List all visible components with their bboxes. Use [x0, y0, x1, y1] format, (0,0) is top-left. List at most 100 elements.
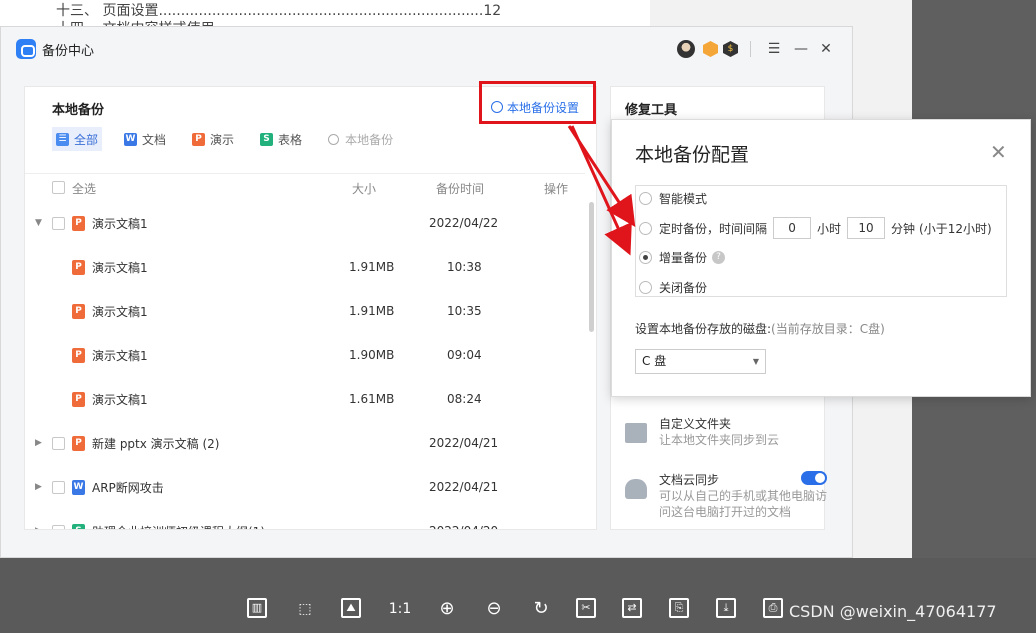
ppt-file-icon: P — [72, 348, 85, 363]
table-row[interactable]: ▶ P 新建 pptx 演示文稿 (2) 2022/04/21 — [25, 422, 585, 466]
ppt-file-icon: P — [72, 260, 85, 275]
file-name: 演示文稿1 — [92, 393, 148, 407]
sheet-file-icon: S — [72, 524, 85, 529]
actual-size-icon[interactable]: 1:1 — [388, 598, 412, 620]
backup-time: 10:38 — [447, 260, 482, 274]
local-backup-panel: 本地备份 本地备份设置 ☰ 全部 W 文档 P 演示 S 表格 本地备份 全选 大小 备份时间 … — [24, 86, 597, 530]
save-icon[interactable]: ⤓ — [716, 598, 736, 618]
backup-time: 2022/04/21 — [429, 480, 499, 494]
title-bar: 备份中心 $ ☰ — ✕ — [1, 27, 852, 71]
cloud-sync-toggle[interactable] — [801, 471, 827, 485]
viewer-toolbar: ▥ ⬚ ⛰ 1:1 ⊕ ⊖ ↻ ✂ ⇄ ⎘ ⤓ ⎙ CSDN @weixin_4… — [0, 558, 1036, 633]
crop-icon[interactable]: ✂ — [576, 598, 596, 618]
annotation-highlight-box — [479, 81, 596, 124]
caret-right-icon[interactable]: ▶ — [35, 482, 42, 492]
doc-file-icon: W — [72, 480, 85, 495]
rotate-icon[interactable]: ↻ — [529, 598, 553, 620]
disk-select[interactable]: C 盘 ▼ — [635, 349, 766, 374]
zoom-in-icon[interactable]: ⊕ — [435, 598, 459, 620]
tab-all[interactable]: ☰ 全部 — [52, 127, 103, 151]
image-transfer-icon[interactable]: ⇄ — [622, 598, 642, 618]
folder-icon — [625, 423, 647, 443]
scheduled-backup-radio[interactable] — [639, 221, 652, 235]
image-share-icon[interactable]: ⎘ — [669, 598, 689, 618]
row-name: P 演示文稿1 — [72, 347, 148, 364]
member-badge-icon[interactable] — [703, 41, 718, 57]
table-row[interactable]: P 演示文稿1 1.91MB 10:35 — [25, 290, 585, 334]
smart-mode-radio[interactable] — [639, 192, 652, 205]
tab-label: 演示 — [210, 132, 235, 147]
row-checkbox[interactable] — [52, 481, 65, 494]
close-button[interactable]: ✕ — [816, 39, 836, 59]
tab-doc[interactable]: W 文档 — [120, 127, 170, 151]
option-smart-mode[interactable]: 智能模式 — [639, 190, 707, 207]
ppt-file-icon: P — [72, 304, 85, 319]
doc-icon: W — [124, 132, 138, 146]
list-scrollbar[interactable] — [589, 202, 594, 332]
zoom-out-icon[interactable]: ⊖ — [482, 598, 506, 620]
caret-right-icon[interactable]: ▶ — [35, 438, 42, 448]
dialog-close-button[interactable]: ✕ — [990, 140, 1007, 164]
option-disable-backup[interactable]: 关闭备份 — [639, 279, 707, 296]
option-scheduled-backup[interactable]: 定时备份，时间间隔 0 小时 10 分钟 (小于12小时) — [639, 217, 992, 239]
scheduled-backup-label: 定时备份，时间间隔 — [659, 221, 768, 236]
menu-button[interactable]: ☰ — [764, 39, 784, 59]
image-edit-icon[interactable]: ⛰ — [341, 598, 361, 618]
row-name: W ARP断网攻击 — [72, 479, 164, 496]
tab-ppt[interactable]: P 演示 — [188, 127, 238, 151]
title-separator — [750, 41, 751, 57]
column-backup-time: 备份时间 — [436, 182, 485, 196]
row-name: S 助理企业培训师初级课程大纲(1) — [72, 523, 265, 529]
disk-select-value: C 盘 — [642, 354, 667, 368]
cloud-upload-icon — [625, 479, 647, 499]
disk-current-hint: (当前存放目录：C盘) — [771, 322, 885, 336]
repair-tools-title: 修复工具 — [625, 103, 678, 118]
minutes-input[interactable]: 10 — [847, 217, 886, 239]
custom-folder-tool[interactable]: 自定义文件夹 让本地文件夹同步到云 — [625, 415, 820, 455]
backup-time: 2022/04/20 — [429, 524, 498, 529]
backup-time: 10:35 — [447, 304, 482, 318]
row-name: P 演示文稿1 — [72, 391, 148, 408]
column-size: 大小 — [352, 182, 377, 196]
minimize-button[interactable]: — — [791, 39, 811, 59]
hours-unit: 小时 — [817, 221, 842, 236]
vip-badge-icon[interactable]: $ — [723, 41, 738, 57]
row-checkbox[interactable] — [52, 525, 65, 529]
disk-label-text: 设置本地备份存放的磁盘: — [635, 322, 772, 336]
tab-sheet[interactable]: S 表格 — [256, 127, 306, 151]
cloud-sync-tool[interactable]: 文档云同步 可以从自己的手机或其他电脑访问这台电脑打开过的文档 — [625, 471, 827, 527]
minutes-unit: 分钟 — [891, 221, 916, 236]
file-name: 助理企业培训师初级课程大纲(1) — [92, 523, 265, 529]
table-row[interactable]: P 演示文稿1 1.91MB 10:38 — [25, 246, 585, 290]
disable-backup-radio[interactable] — [639, 281, 652, 294]
tab-label: 表格 — [278, 132, 303, 147]
sidebar-toggle-icon[interactable]: ▥ — [247, 598, 267, 618]
avatar[interactable] — [677, 40, 695, 58]
print-icon[interactable]: ⎙ — [763, 598, 783, 618]
file-name: 演示文稿1 — [92, 305, 148, 319]
row-checkbox[interactable] — [52, 217, 65, 230]
table-row[interactable]: ▼ P 演示文稿1 2022/04/22 — [25, 202, 585, 246]
incremental-backup-radio[interactable] — [639, 251, 652, 264]
row-name: P 演示文稿1 — [72, 259, 148, 276]
search-icon — [328, 133, 340, 145]
ppt-file-icon: P — [72, 392, 85, 407]
magic-select-icon[interactable]: ⬚ — [293, 598, 317, 620]
option-incremental-backup[interactable]: 增量备份 ? — [639, 249, 726, 266]
caret-down-icon[interactable]: ▼ — [35, 218, 42, 228]
backup-time: 2022/04/22 — [429, 216, 499, 230]
file-name: 演示文稿1 — [92, 217, 148, 231]
column-action: 操作 — [544, 182, 569, 196]
row-checkbox[interactable] — [52, 437, 65, 450]
search-input[interactable]: 本地备份 — [324, 127, 397, 151]
help-icon[interactable]: ? — [712, 251, 726, 264]
caret-right-icon[interactable]: ▶ — [35, 526, 42, 529]
select-all-checkbox[interactable] — [52, 181, 65, 194]
file-name: ARP断网攻击 — [92, 481, 164, 495]
table-row[interactable]: ▶ W ARP断网攻击 2022/04/21 — [25, 466, 585, 510]
table-row[interactable]: P 演示文稿1 1.90MB 09:04 — [25, 334, 585, 378]
table-row[interactable]: ▶ S 助理企业培训师初级课程大纲(1) 2022/04/20 — [25, 510, 585, 529]
smart-mode-label: 智能模式 — [659, 192, 708, 206]
hours-input[interactable]: 0 — [773, 217, 812, 239]
table-row[interactable]: P 演示文稿1 1.61MB 08:24 — [25, 378, 585, 422]
